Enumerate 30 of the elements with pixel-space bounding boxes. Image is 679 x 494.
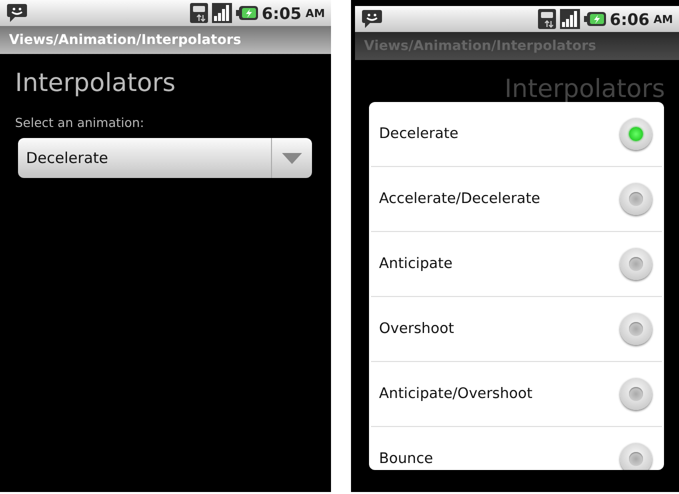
signal-icon (560, 9, 580, 29)
battery-charging-icon (584, 11, 606, 27)
network-3g-icon (190, 3, 208, 23)
dialog-option[interactable]: Overshoot (371, 297, 662, 362)
dialog-option[interactable]: Decelerate (371, 102, 662, 167)
field-label: Select an animation: (15, 115, 146, 130)
radio-button[interactable] (620, 183, 652, 215)
signal-icon (212, 3, 232, 23)
status-time: 6:05 (262, 4, 302, 22)
dialog-option[interactable]: Anticipate (371, 232, 662, 297)
message-icon (361, 9, 383, 29)
title-bar: Views/Animation/Interpolators (0, 26, 331, 54)
dialog-option[interactable]: Anticipate/Overshoot (371, 362, 662, 427)
status-time: 6:06 (610, 10, 650, 28)
radio-button[interactable] (620, 248, 652, 280)
screen-heading: Interpolators (504, 74, 665, 103)
dialog-option[interactable]: Bounce (371, 427, 662, 470)
status-meridiem: AM (306, 6, 325, 20)
radio-button[interactable] (620, 118, 652, 150)
network-3g-icon (538, 9, 556, 29)
dropdown-arrow-icon (282, 152, 302, 164)
screen-heading: Interpolators (15, 68, 176, 97)
dialog-option[interactable]: Accelerate/Decelerate (371, 167, 662, 232)
status-meridiem: AM (654, 12, 673, 26)
radio-button[interactable] (620, 443, 652, 470)
message-icon (6, 3, 28, 23)
radio-button[interactable] (620, 313, 652, 345)
radio-button[interactable] (620, 378, 652, 410)
battery-charging-icon (236, 5, 258, 21)
animation-dropdown[interactable]: Decelerate (18, 138, 312, 178)
